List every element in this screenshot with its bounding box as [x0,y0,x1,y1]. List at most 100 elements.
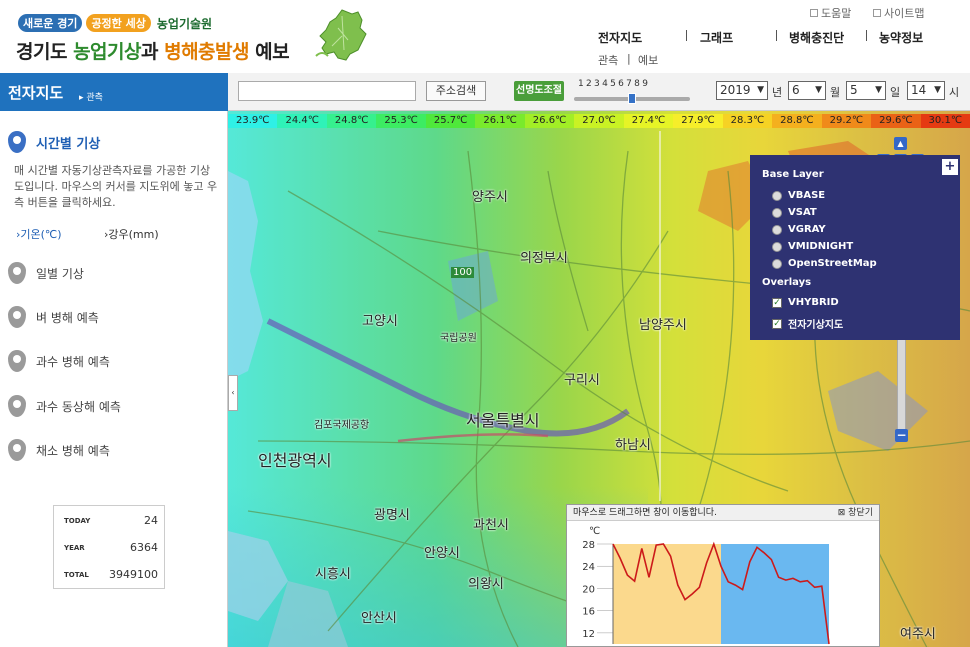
site-title-part: 병해충발생 [164,41,249,63]
dropdown-arrow-icon: ▼ [815,85,822,95]
sidebar-item-label: 과수 병해 예측 [36,354,110,369]
sidebar-item-label: 시간별 기상 [36,136,101,152]
legend-cell: 23.9℃ [228,114,278,128]
help-label: 도움말 [821,7,852,20]
nav-divider [866,30,867,41]
map-label: 광명시 [374,508,410,523]
map-pin-icon [8,395,26,417]
subnav-observation[interactable]: 관측 [598,52,618,68]
sidebar-item-label: 벼 병해 예측 [36,310,99,325]
sidebar-item-vegetable-disease[interactable]: 채소 병해 예측 [8,439,110,461]
base-layer-vgray[interactable]: VGRAY [772,224,826,235]
map-label: 안산시 [361,611,397,626]
dropdown-arrow-icon: ▼ [757,85,764,95]
counter-year-label: YEAR [64,544,85,552]
logo-org-name: 농업기술원 [156,16,213,31]
map-label: 시흥시 [315,567,351,582]
month-unit: 월 [830,86,841,99]
nav-pesticide-info[interactable]: 농약정보 [879,29,923,46]
pan-up-icon[interactable]: ▲ [894,137,907,150]
sidebar-sub-rainfall[interactable]: ›강우(mm) [104,226,159,242]
site-title-part: 농업기상 [73,41,141,63]
counter-today-label: TODAY [64,517,91,525]
visitor-counter: TODAY 24 YEAR 6364 TOTAL 3949100 [53,505,165,589]
legend-cell: 25.7℃ [425,114,476,128]
overlay-weather-map[interactable]: ✓ 전자기상지도 [772,316,843,331]
address-search-input[interactable] [238,81,416,101]
site-title-part: 예보 [249,41,290,63]
site-title[interactable]: 경기도 농업기상과 병해충발생 예보 [16,37,290,64]
chart-background-band [721,544,829,644]
sidebar-item-label: 일별 기상 [36,266,84,281]
weather-map[interactable]: 23.9℃ 24.4℃ 24.8℃ 25.3℃ 25.7℃ 26.1℃ 26.6℃ 27.0℃… [228,111,970,647]
page-title: 전자지도 [8,84,64,102]
hour-value: 14 [911,83,927,97]
sidebar-collapse-button[interactable]: ‹ [228,375,238,411]
day-value: 5 [850,83,858,97]
layer-panel-toggle-button[interactable]: + [942,159,958,175]
legend-cell: 26.6℃ [524,114,575,128]
help-link[interactable]: 도움말 [810,5,851,21]
legend-cell: 25.3℃ [376,114,426,128]
nav-pest-diagnosis[interactable]: 병해충진단 [789,29,844,46]
base-layer-osm[interactable]: OpenStreetMap [772,258,877,269]
sidebar-item-fruit-disease[interactable]: 과수 병해 예측 [8,350,110,372]
month-value: 6 [792,83,800,97]
overlay-vhybrid[interactable]: ✓ VHYBRID [772,297,839,308]
transparency-button[interactable]: 선명도조절 [514,81,564,101]
base-layer-vbase[interactable]: VBASE [772,190,825,201]
base-layer-heading: Base Layer [762,169,824,180]
sitemap-icon [873,9,881,17]
map-label: 인천광역시 [258,451,332,470]
map-label: 남양주시 [639,318,687,333]
legend-cell: 27.0℃ [574,114,624,128]
subnav-forecast[interactable]: 예보 [638,52,658,68]
sitemap-link[interactable]: 사이트맵 [873,5,924,21]
radio-button[interactable] [772,258,782,269]
radio-button[interactable] [772,190,782,201]
hour-select[interactable]: 14 ▼ [907,81,945,100]
legend-cell: 27.4℃ [623,114,674,128]
layer-label: VBASE [788,190,826,201]
slider-scale-labels: 123456789 [578,79,651,89]
radio-button[interactable] [772,241,782,252]
radio-button[interactable] [772,207,782,218]
hour-unit: 시 [949,86,960,99]
slider-handle[interactable] [628,93,636,104]
layer-label: OpenStreetMap [788,258,877,269]
checkbox-checked-icon[interactable]: ✓ [772,318,782,329]
layer-label: VHYBRID [788,297,839,308]
logo[interactable]: 새로운 경기 공정한 세상 농업기술원 [18,14,212,32]
sidebar-item-daily-weather[interactable]: 일별 기상 [8,262,84,284]
month-select[interactable]: 6 ▼ [788,81,826,100]
chart-y-tick-label: 24 [582,562,595,573]
legend-cell: 30.1℃ [920,114,970,128]
sidebar-item-label: 과수 동상해 예측 [36,399,121,414]
base-layer-vsat[interactable]: VSAT [772,207,817,218]
chart-y-tick-label: 20 [582,584,595,595]
nav-e-map[interactable]: 전자지도 [598,29,642,46]
layer-label: VMIDNIGHT [788,241,854,252]
nav-graph[interactable]: 그래프 [700,29,733,46]
day-select[interactable]: 5 ▼ [846,81,886,100]
year-select[interactable]: 2019 ▼ [716,81,768,100]
temperature-line-chart: ℃ 12 16 20 24 28 [582,526,830,645]
map-label: 구리시 [564,373,600,388]
transparency-slider[interactable]: 123456789 [572,79,692,105]
radio-button[interactable] [772,224,782,235]
popup-header[interactable]: 마우스로 드래그하면 창이 이동합니다. [567,505,879,521]
temperature-popup[interactable]: 마우스로 드래그하면 창이 이동합니다. ⊠ 창닫기 ℃ 12 16 20 24 28 [566,504,880,647]
sidebar-item-rice-disease[interactable]: 벼 병해 예측 [8,306,99,328]
sidebar-item-fruit-frost[interactable]: 과수 동상해 예측 [8,395,121,417]
checkbox-checked-icon[interactable]: ✓ [772,297,782,308]
legend-cell: 29.6℃ [871,114,921,128]
map-label: 하남시 [615,438,651,453]
sidebar-sub-temperature[interactable]: ›기온(℃) [16,226,62,242]
zoom-out-button[interactable]: − [895,429,908,442]
popup-close-button[interactable]: ⊠ 창닫기 [838,505,873,521]
base-layer-vmidnight[interactable]: VMIDNIGHT [772,241,853,252]
address-search-button[interactable]: 주소검색 [426,81,486,101]
counter-year-value: 6364 [130,541,158,554]
sidebar-item-hourly-weather[interactable]: 시간별 기상 [8,131,100,153]
breadcrumb: ▸ 관측 [79,93,103,103]
